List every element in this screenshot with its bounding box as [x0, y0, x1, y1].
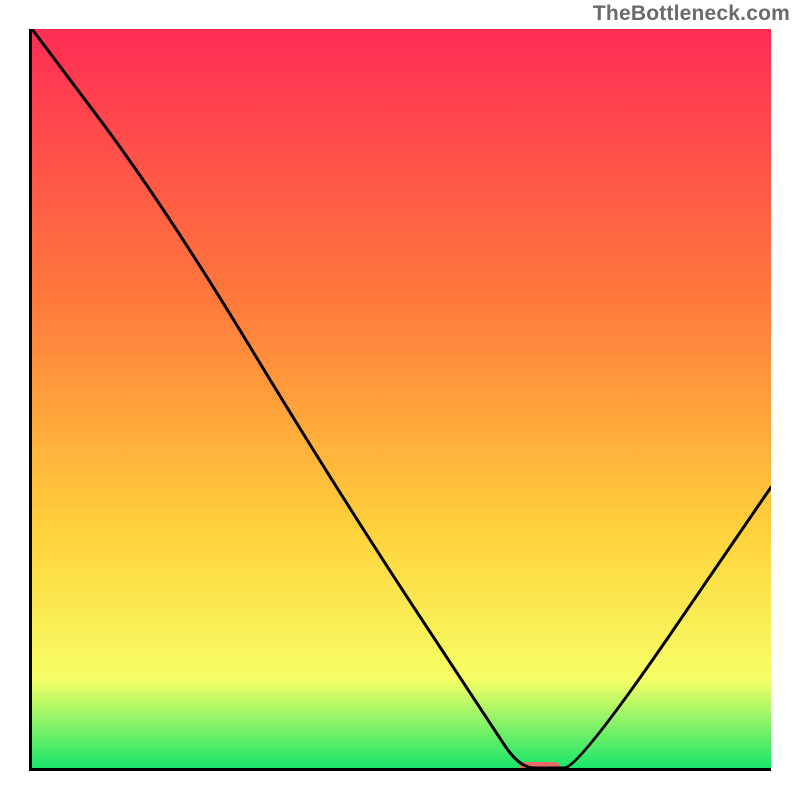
- chart-svg: [32, 29, 771, 768]
- plot-area: [29, 29, 771, 771]
- watermark-text: TheBottleneck.com: [593, 2, 790, 26]
- chart-frame: TheBottleneck.com: [0, 0, 800, 800]
- gradient-background: [32, 29, 771, 768]
